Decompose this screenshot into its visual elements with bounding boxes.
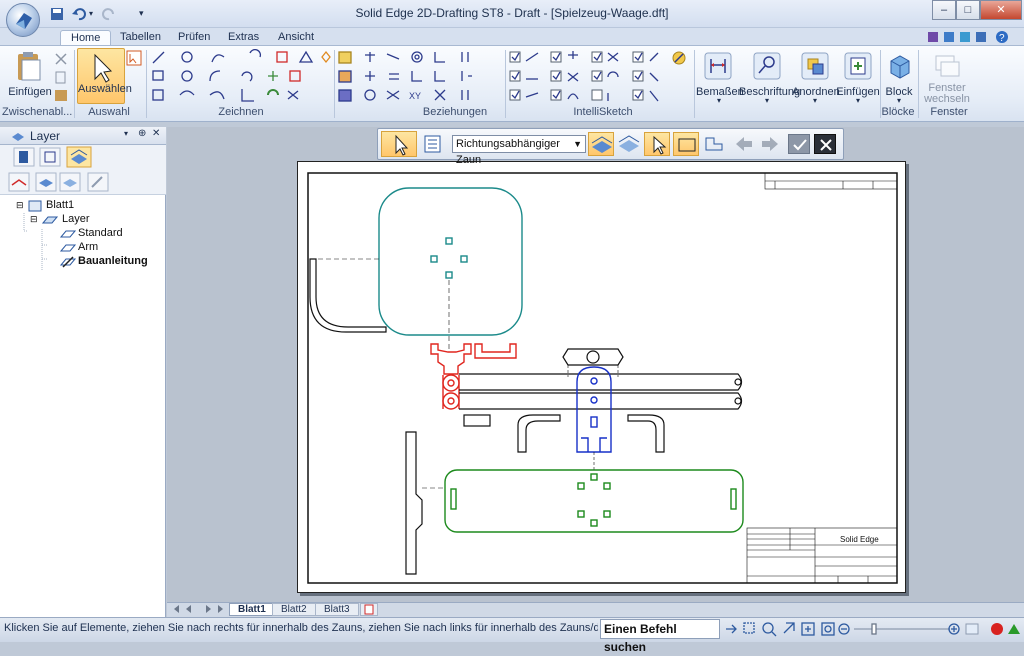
svg-text:?: ? xyxy=(999,33,1005,44)
cancel-x-icon[interactable] xyxy=(814,134,836,154)
clipboard-small-icons[interactable] xyxy=(53,52,69,104)
layer-panel-toolbar xyxy=(0,145,166,195)
maximize-button[interactable]: □ xyxy=(956,0,980,20)
ribbon-separator xyxy=(74,50,75,118)
help-icons: ? xyxy=(924,29,1020,45)
layer-panel-icon xyxy=(12,133,24,141)
accept-check-icon[interactable] xyxy=(788,134,810,154)
cursor-arrow-icon xyxy=(94,53,113,83)
intellisketch-options-grid[interactable] xyxy=(508,49,668,105)
select-tool-button[interactable]: Auswählen xyxy=(77,48,132,104)
drawing-graphics: Solid Edge xyxy=(307,172,898,584)
arm-parts xyxy=(405,348,743,575)
arrange-dropdown-icon[interactable]: ▾ xyxy=(808,96,822,105)
polygon-fence-icon[interactable] xyxy=(701,132,727,156)
layer-filter-icon[interactable] xyxy=(616,132,642,156)
close-window-button[interactable]: ✕ xyxy=(980,0,1022,20)
green-base xyxy=(444,469,744,533)
select-cursor-highlight-icon[interactable] xyxy=(644,132,670,156)
select-context-toolbar: Richtungsabhängiger Zaun ▼ xyxy=(377,128,844,166)
select-button-label: Auswählen xyxy=(78,83,132,95)
insert-icon[interactable] xyxy=(843,51,873,81)
intellisketch-settings-icon[interactable] xyxy=(670,49,688,67)
tree-item-bauanleitung[interactable]: Bauanleitung xyxy=(78,255,148,269)
solid-edge-logo-icon xyxy=(16,13,32,29)
relations-tools-grid[interactable]: XY xyxy=(337,49,503,105)
pin-icon[interactable]: ⊕ xyxy=(138,128,146,139)
window-title: Solid Edge 2D-Drafting ST8 - Draft - [Sp… xyxy=(355,6,669,20)
panel-close-icon[interactable]: ✕ xyxy=(152,128,160,139)
draw-tools-grid[interactable] xyxy=(150,49,332,105)
application-button[interactable] xyxy=(6,3,40,37)
block-icon[interactable] xyxy=(885,51,915,81)
selection-manager-icon[interactable] xyxy=(126,50,142,66)
paste-icon[interactable] xyxy=(10,50,46,84)
panel-menu-icon[interactable]: ▾ xyxy=(124,129,128,138)
title-block-company: Solid Edge xyxy=(840,535,879,544)
tree-item-standard[interactable]: Standard xyxy=(78,227,123,241)
sheet-nav-arrows-icon[interactable] xyxy=(170,603,228,616)
revision-table xyxy=(764,172,898,190)
selection-list-icon[interactable] xyxy=(422,134,444,154)
layer-panel-title: Layer xyxy=(30,129,61,143)
layer-panel-header: Layer ▾ ⊕ ✕ xyxy=(0,127,166,145)
arrange-icon[interactable] xyxy=(800,51,830,81)
switch-window-icon[interactable] xyxy=(932,51,962,81)
rectangle-fence-icon[interactable] xyxy=(673,132,699,156)
annotation-icon[interactable] xyxy=(752,51,782,81)
group-label-window: Fenster xyxy=(930,106,968,118)
back-arrow-icon[interactable] xyxy=(732,132,756,156)
group-label-clipboard: Zwischenabl... xyxy=(2,106,73,118)
svg-text:XY: XY xyxy=(409,91,421,101)
sheet-tab-blatt1[interactable]: Blatt1 xyxy=(229,603,275,616)
forward-arrow-icon[interactable] xyxy=(758,132,782,156)
insert-dropdown-icon[interactable]: ▾ xyxy=(851,96,865,105)
ribbon-separator xyxy=(146,50,147,118)
layer-tree: ⊟ Blatt1 ⊟ Layer Standard Arm Bauanleitu… xyxy=(16,199,166,279)
ribbon-separator xyxy=(334,50,335,118)
annotation-dropdown-icon[interactable]: ▾ xyxy=(760,96,774,105)
sheet-tab-blatt2[interactable]: Blatt2 xyxy=(272,603,316,616)
tab-tabellen[interactable]: Tabellen xyxy=(110,30,171,46)
drawing-sheet[interactable]: Solid Edge xyxy=(297,161,906,593)
new-sheet-icon[interactable] xyxy=(360,603,378,616)
tab-extras[interactable]: Extras xyxy=(218,30,269,46)
group-label-select: Auswahl xyxy=(88,106,130,118)
group-label-draw: Zeichnen xyxy=(218,106,264,118)
dial-part xyxy=(378,187,523,336)
tab-pruefen[interactable]: Prüfen xyxy=(168,30,220,46)
view-tools[interactable] xyxy=(722,619,1022,639)
sheet-tab-blatt3[interactable]: Blatt3 xyxy=(315,603,359,616)
paste-button[interactable]: Einfügen xyxy=(8,86,52,98)
ribbon-separator xyxy=(505,50,506,118)
tree-lines xyxy=(23,213,48,271)
command-search-input[interactable]: Einen Befehl suchen xyxy=(600,619,720,654)
tree-item-arm[interactable]: Arm xyxy=(78,241,98,255)
layer-select-icon[interactable] xyxy=(588,132,614,156)
red-parts xyxy=(430,343,517,410)
chevron-down-icon: ▼ xyxy=(573,139,582,149)
tab-ansicht[interactable]: Ansicht xyxy=(268,30,324,46)
switch-window-label-2[interactable]: wechseln xyxy=(922,93,972,105)
ribbon-separator xyxy=(694,50,695,118)
block-dropdown-icon[interactable]: ▾ xyxy=(892,96,906,105)
fence-mode-select[interactable]: Richtungsabhängiger Zaun ▼ xyxy=(452,135,586,166)
ribbon-separator xyxy=(918,50,919,118)
dimension-dropdown-icon[interactable]: ▾ xyxy=(712,96,726,105)
dimension-icon[interactable] xyxy=(703,51,733,81)
select-tool-icon[interactable] xyxy=(381,131,417,157)
status-message: Klicken Sie auf Elemente, ziehen Sie nac… xyxy=(4,622,598,634)
group-label-intellisketch: IntelliSketch xyxy=(573,106,633,118)
group-label-block: Blöcke xyxy=(881,106,915,118)
group-label-relations: Beziehungen xyxy=(422,106,488,118)
minimize-button[interactable]: – xyxy=(932,0,956,20)
